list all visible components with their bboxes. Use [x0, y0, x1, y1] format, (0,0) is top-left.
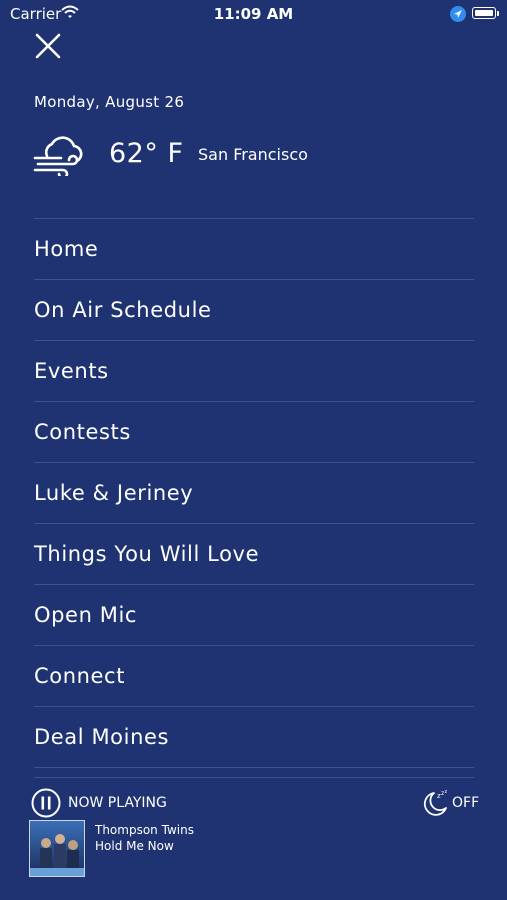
moon-zzz-icon: z z z — [423, 789, 448, 816]
menu-item-home[interactable]: Home — [34, 218, 474, 279]
svg-text:z: z — [445, 789, 448, 795]
status-time: 11:09 AM — [213, 5, 294, 23]
sleep-timer-button[interactable]: z z z — [421, 788, 451, 822]
now-playing-label: NOW PLAYING — [68, 795, 167, 811]
temperature: 62° F — [109, 138, 184, 169]
now-playing-artist: Thompson Twins — [95, 823, 194, 837]
menu-item-luke-jeriney[interactable]: Luke & Jeriney — [34, 462, 474, 523]
pause-icon — [31, 788, 61, 818]
menu-item-on-air-schedule[interactable]: On Air Schedule — [34, 279, 474, 340]
wind-cloud-icon — [33, 134, 85, 180]
menu-item-things-you-will-love[interactable]: Things You Will Love — [34, 523, 474, 584]
status-bar: Carrier 11:09 AM — [0, 0, 507, 28]
battery-tip — [497, 11, 499, 16]
menu-item-deal-moines[interactable]: Deal Moines — [34, 706, 474, 767]
battery-icon — [472, 7, 496, 19]
location-arrow-icon — [450, 6, 466, 26]
menu-item-contests[interactable]: Contests — [34, 401, 474, 462]
now-playing-track: Hold Me Now — [95, 839, 174, 853]
weather-date: Monday, August 26 — [34, 93, 185, 111]
menu-item-open-mic[interactable]: Open Mic — [34, 584, 474, 645]
menu-item-events[interactable]: Events — [34, 340, 474, 401]
now-playing-divider — [34, 777, 474, 778]
close-button[interactable] — [34, 32, 62, 60]
menu-divider — [34, 767, 474, 768]
pause-button[interactable] — [31, 788, 61, 822]
sleep-timer-state: OFF — [452, 795, 480, 811]
menu-item-connect[interactable]: Connect — [34, 645, 474, 706]
weather-city: San Francisco — [198, 145, 308, 164]
album-art[interactable] — [29, 820, 85, 877]
close-icon — [35, 33, 61, 59]
nav-menu: Home On Air Schedule Events Contests Luk… — [34, 218, 474, 768]
